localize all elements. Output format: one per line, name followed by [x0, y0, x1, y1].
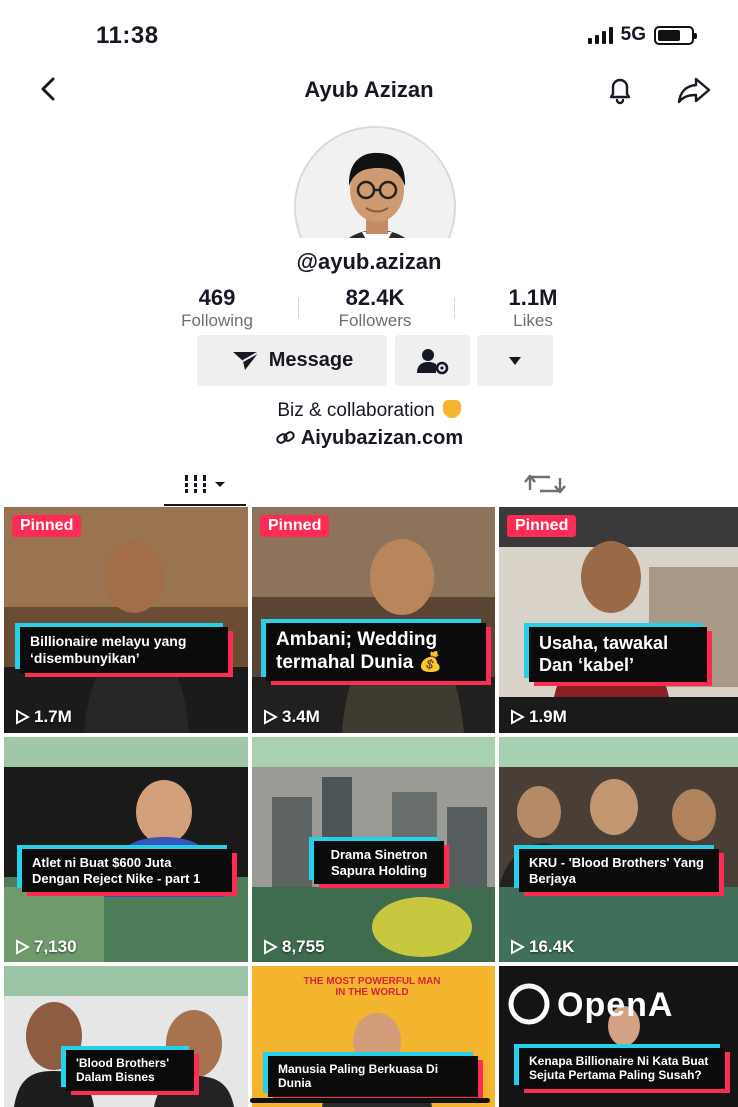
video-caption: Manusia Paling Berkuasa Di Dunia [268, 1056, 478, 1097]
thumbnail-headline: THE MOST POWERFUL MAN IN THE WORLD [303, 976, 441, 998]
view-count-text: 7,130 [34, 937, 77, 956]
more-options-button[interactable] [477, 335, 553, 386]
message-label: Message [268, 349, 354, 371]
followers-label: Followers [338, 311, 412, 330]
video-caption: 'Blood Brothers' Dalam Bisnes [66, 1050, 194, 1091]
network-type: 5G [620, 24, 646, 45]
profile-photo [296, 128, 454, 238]
video-tile[interactable]: KRU - 'Blood Brothers' Yang Berjaya 16.4… [499, 737, 738, 962]
video-tile[interactable]: OpenA Kenapa Billionaire Ni Kata Buat Se… [499, 966, 738, 1107]
link-text: Aiyubazizan.com [300, 427, 464, 449]
video-thumbnail [499, 507, 738, 733]
play-icon [264, 939, 278, 955]
video-thumbnail [252, 507, 495, 733]
stat-followers[interactable]: 82.4K Followers [310, 286, 440, 332]
message-button[interactable]: Message [197, 335, 387, 386]
bio: Biz & collaboration [0, 400, 738, 422]
view-count: 1.7M [14, 707, 72, 727]
play-icon [511, 709, 525, 725]
profile-header: Ayub Azizan [0, 68, 738, 112]
stat-following[interactable]: 469 Following [152, 286, 282, 332]
status-bar: 11:38 5G [0, 0, 738, 70]
pinned-badge: Pinned [260, 515, 330, 537]
video-tile[interactable]: Drama Sinetron Sapura Holding 8,755 [252, 737, 495, 962]
view-count-text: 1.9M [529, 707, 567, 726]
share-icon[interactable] [674, 72, 714, 108]
grid-icon [181, 475, 225, 493]
video-caption: Billionaire melayu yang ‘disembunyikan’ [20, 627, 228, 673]
view-count: 3.4M [262, 707, 320, 727]
view-count-text: 16.4K [529, 937, 575, 956]
video-caption: Kenapa Billionaire Ni Kata Buat Sejuta P… [519, 1048, 725, 1089]
play-icon [16, 709, 30, 725]
pointing-down-icon [442, 400, 461, 418]
profile-stats: 469 Following 82.4K Followers 1.1M Likes [0, 286, 738, 332]
follow-settings-button[interactable] [395, 335, 470, 386]
play-icon [511, 939, 525, 955]
video-tile[interactable]: Atlet ni Buat $600 Juta Dengan Reject Ni… [4, 737, 248, 962]
username: @ayub.azizan [296, 249, 442, 274]
active-tab-indicator [164, 504, 246, 506]
video-grid: Pinned Billionaire melayu yang ‘disembun… [4, 507, 738, 1107]
stat-divider [454, 298, 455, 318]
followers-count: 82.4K [345, 285, 405, 310]
tab-videos[interactable] [164, 462, 246, 506]
view-count: 7,130 [14, 937, 77, 957]
video-caption: Usaha, tawakal Dan ‘kabel’ [529, 627, 707, 683]
view-count: 16.4K [509, 937, 574, 957]
play-icon [16, 939, 30, 955]
video-caption: Drama Sinetron Sapura Holding [314, 841, 444, 885]
video-thumbnail [4, 507, 248, 733]
following-count: 469 [198, 285, 236, 310]
send-icon [232, 350, 260, 370]
following-label: Following [181, 311, 253, 330]
avatar[interactable] [294, 126, 456, 238]
pinned-badge: Pinned [12, 515, 82, 537]
bell-icon[interactable] [602, 72, 638, 108]
repost-icon[interactable] [520, 468, 570, 500]
video-caption: Atlet ni Buat $600 Juta Dengan Reject Ni… [22, 849, 232, 893]
video-tile[interactable]: 'Blood Brothers' Dalam Bisnes [4, 966, 248, 1107]
bio-text: Biz & collaboration [277, 400, 435, 421]
profile-link[interactable]: Aiyubazizan.com [0, 427, 738, 450]
stat-likes[interactable]: 1.1M Likes [468, 286, 598, 332]
likes-count: 1.1M [508, 285, 558, 310]
user-settings-icon [416, 348, 448, 374]
video-caption: KRU - 'Blood Brothers' Yang Berjaya [519, 849, 719, 893]
battery-icon [654, 25, 697, 45]
video-tile[interactable]: Pinned Ambani; Wedding termahal Dunia 💰 … [252, 507, 495, 733]
video-caption: Ambani; Wedding termahal Dunia 💰 [266, 623, 486, 681]
thumbnail-logo-text: OpenA [557, 986, 674, 1024]
view-count-text: 1.7M [34, 707, 72, 726]
view-count-text: 3.4M [282, 707, 320, 726]
video-tile[interactable]: Pinned Usaha, tawakal Dan ‘kabel’ 1.9M [499, 507, 738, 733]
status-time: 11:38 [96, 22, 159, 49]
view-count: 8,755 [262, 937, 325, 957]
home-indicator[interactable] [250, 1098, 490, 1103]
likes-label: Likes [513, 311, 553, 330]
status-indicators: 5G [587, 24, 697, 46]
pinned-badge: Pinned [507, 515, 577, 537]
view-count-text: 8,755 [282, 937, 325, 956]
video-tile[interactable]: THE MOST POWERFUL MAN IN THE WORLD Manus… [252, 966, 495, 1107]
play-icon [264, 709, 278, 725]
video-tile[interactable]: Pinned Billionaire melayu yang ‘disembun… [4, 507, 248, 733]
view-count: 1.9M [509, 707, 567, 727]
link-icon [276, 431, 295, 444]
chevron-down-icon [509, 356, 521, 365]
signal-icon [587, 26, 613, 44]
stat-divider [298, 298, 299, 318]
content-tabs [0, 462, 738, 506]
